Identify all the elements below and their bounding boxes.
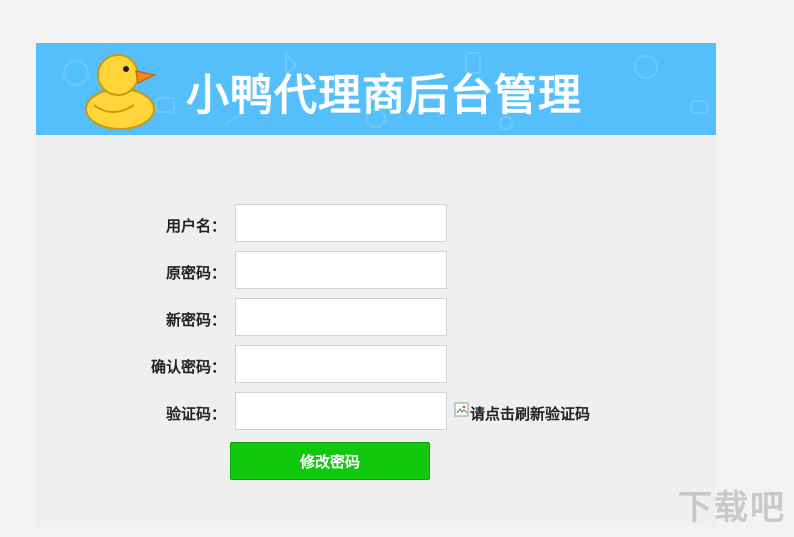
duck-logo-icon xyxy=(85,54,157,130)
username-label: 用户名： xyxy=(165,217,226,235)
new-password-label: 新密码： xyxy=(165,311,226,329)
old-password-input[interactable] xyxy=(235,251,447,289)
captcha-row: 验证码： 请点击刷新验证码 xyxy=(36,392,716,432)
header-banner: 小鸭代理商后台管理 xyxy=(36,43,716,135)
broken-image-icon xyxy=(454,402,469,417)
confirm-password-row: 确认密码： xyxy=(36,345,716,385)
captcha-alt-text: 请点击刷新验证码 xyxy=(470,404,591,423)
app-title: 小鸭代理商后台管理 xyxy=(186,71,582,121)
site-watermark: 下载吧 xyxy=(678,488,786,528)
captcha-label: 验证码： xyxy=(165,405,226,423)
change-password-button[interactable]: 修改密码 xyxy=(230,442,430,480)
new-password-row: 新密码： xyxy=(36,298,716,338)
captcha-image[interactable]: 请点击刷新验证码 xyxy=(454,394,590,426)
username-input[interactable] xyxy=(235,204,447,242)
old-password-label: 原密码： xyxy=(165,264,226,282)
form-panel: 小鸭代理商后台管理 用户名： 原密码： 新密码： 确认密码： 验证码： 请点击刷… xyxy=(36,43,716,527)
confirm-password-label: 确认密码： xyxy=(150,358,226,376)
username-row: 用户名： xyxy=(36,204,716,244)
new-password-input[interactable] xyxy=(235,298,447,336)
old-password-row: 原密码： xyxy=(36,251,716,291)
confirm-password-input[interactable] xyxy=(235,345,447,383)
captcha-input[interactable] xyxy=(235,392,447,430)
